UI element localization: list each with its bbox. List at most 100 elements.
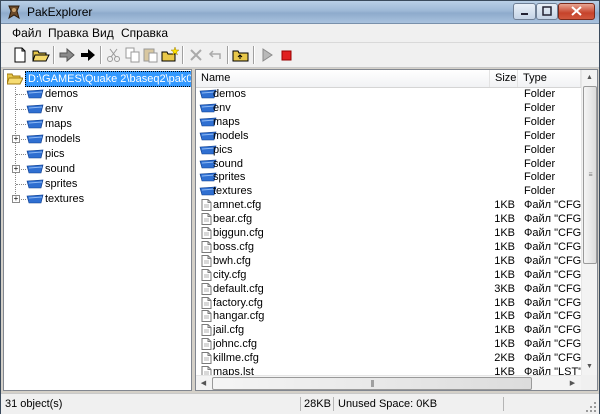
title-bar[interactable]: PakExplorer	[1, 1, 599, 24]
tree-node-demos[interactable]: demos	[4, 87, 189, 102]
cut-button[interactable]	[105, 46, 123, 64]
horizontal-scrollbar[interactable]: ◀ ||| ▶	[196, 375, 581, 390]
list-row[interactable]: bwh.cfg 1KB Файл "CFG"	[196, 254, 581, 268]
new-folder-button[interactable]	[161, 46, 179, 64]
list-row[interactable]: maps Folder	[196, 115, 581, 129]
scroll-down-arrow[interactable]: ▼	[582, 359, 597, 374]
list-row[interactable]: bear.cfg 1KB Файл "CFG"	[196, 212, 581, 226]
cell-size: 1KB	[494, 324, 515, 337]
cell-type: Folder	[524, 185, 556, 198]
scroll-up-arrow[interactable]: ▲	[582, 70, 597, 85]
expand-toggle[interactable]: +	[12, 195, 20, 203]
tree-node-sound[interactable]: + sound	[4, 162, 189, 177]
stop-button[interactable]	[277, 46, 295, 64]
column-size-header[interactable]: Size	[490, 70, 518, 87]
list-row[interactable]: default.cfg 3KB Файл "CFG"	[196, 282, 581, 296]
file-icon	[201, 268, 212, 281]
list-row[interactable]: biggun.cfg 1KB Файл "CFG"	[196, 226, 581, 240]
vertical-scrollbar[interactable]: ▲ ≡ ▼	[581, 70, 597, 375]
list-row[interactable]: sound Folder	[196, 157, 581, 171]
undo-button[interactable]	[206, 46, 224, 64]
list-row[interactable]: amnet.cfg 1KB Файл "CFG"	[196, 198, 581, 212]
app-icon	[8, 5, 20, 20]
copy-button[interactable]	[124, 46, 142, 64]
delete-button[interactable]	[187, 46, 205, 64]
file-icon	[201, 310, 212, 323]
list-row[interactable]: hangar.cfg 1KB Файл "CFG"	[196, 309, 581, 323]
stop-icon	[281, 50, 292, 61]
extract-button[interactable]	[58, 46, 76, 64]
tree-node-maps[interactable]: maps	[4, 117, 189, 132]
play-button[interactable]	[258, 46, 276, 64]
open-button[interactable]	[32, 46, 50, 64]
tree-node-label: demos	[45, 88, 79, 100]
list-row[interactable]: env Folder	[196, 101, 581, 115]
toolbar	[1, 43, 599, 68]
cell-size: 1KB	[494, 240, 515, 253]
file-icon	[201, 296, 212, 309]
new-file-button[interactable]	[11, 46, 29, 64]
folder-up-button[interactable]	[232, 46, 250, 64]
folder-tree[interactable]: D:\GAMES\Quake 2\baseq2\pak0.pak demos en…	[3, 69, 192, 391]
cell-type: Folder	[524, 157, 556, 170]
menu-view[interactable]: Вид	[92, 26, 114, 40]
open-folder-icon	[32, 50, 50, 62]
vertical-scroll-thumb[interactable]: ≡	[583, 86, 597, 264]
list-row[interactable]: boss.cfg 1KB Файл "CFG"	[196, 240, 581, 254]
list-rows: demos Folder env Folder maps Folder models Fold…	[196, 87, 581, 376]
cell-size: 1KB	[494, 268, 515, 281]
scroll-right-arrow[interactable]: ▶	[565, 376, 580, 390]
tree-node-label: pics	[45, 148, 65, 160]
tree-node-env[interactable]: env	[4, 102, 189, 117]
maximize-icon	[542, 6, 552, 16]
resize-grip-icon[interactable]	[585, 401, 597, 413]
paste-button[interactable]	[142, 46, 160, 64]
maximize-button[interactable]	[536, 3, 558, 20]
list-row[interactable]: jail.cfg 1KB Файл "CFG"	[196, 323, 581, 337]
menu-help[interactable]: Справка	[121, 26, 168, 40]
cell-name: amnet.cfg	[213, 199, 262, 212]
close-icon	[571, 6, 582, 16]
cell-type: Файл "CFG"	[524, 268, 581, 281]
list-row[interactable]: textures Folder	[196, 184, 581, 198]
tree-node-textures[interactable]: + textures	[4, 192, 189, 207]
scroll-left-arrow[interactable]: ◀	[196, 376, 211, 390]
cell-name: sprites	[213, 171, 246, 184]
file-icon	[201, 240, 212, 253]
tree-node-sprites[interactable]: sprites	[4, 177, 189, 192]
horizontal-scroll-thumb[interactable]: |||	[212, 377, 532, 390]
close-button[interactable]	[558, 3, 595, 20]
add-button[interactable]	[79, 46, 97, 64]
cell-size: 1KB	[494, 199, 515, 212]
minimize-button[interactable]	[513, 3, 536, 20]
list-row[interactable]: factory.cfg 1KB Файл "CFG"	[196, 296, 581, 310]
list-row[interactable]: pics Folder	[196, 143, 581, 157]
cell-size: 1KB	[494, 213, 515, 226]
expand-toggle[interactable]: +	[12, 135, 20, 143]
file-list[interactable]: Name Size Type demos Folder env Folder maps F…	[195, 69, 598, 391]
status-object-count: 31 object(s)	[5, 397, 301, 411]
list-row[interactable]: demos Folder	[196, 87, 581, 101]
menu-file[interactable]: Файл	[12, 26, 42, 40]
list-row[interactable]: killme.cfg 2KB Файл "CFG"	[196, 351, 581, 365]
cell-size: 1KB	[494, 296, 515, 309]
cell-name: city.cfg	[213, 268, 247, 281]
folder-icon	[26, 149, 44, 159]
cell-type: Файл "CFG"	[524, 338, 581, 351]
menu-edit[interactable]: Правка	[48, 26, 89, 40]
column-name-header[interactable]: Name	[196, 70, 490, 87]
cell-size: 3KB	[494, 282, 515, 295]
cell-name: textures	[213, 185, 253, 198]
cell-name: sound	[213, 157, 243, 170]
tree-node-pics[interactable]: pics	[4, 147, 189, 162]
arrow-right-black-icon	[81, 49, 95, 61]
tree-node-models[interactable]: + models	[4, 132, 189, 147]
list-row[interactable]: sprites Folder	[196, 170, 581, 184]
expand-toggle[interactable]: +	[12, 165, 20, 173]
list-row[interactable]: johnc.cfg 1KB Файл "CFG"	[196, 337, 581, 351]
file-icon	[201, 338, 212, 351]
folder-icon	[26, 134, 44, 144]
column-type-header[interactable]: Type	[518, 70, 581, 87]
list-row[interactable]: models Folder	[196, 129, 581, 143]
list-row[interactable]: city.cfg 1KB Файл "CFG"	[196, 268, 581, 282]
